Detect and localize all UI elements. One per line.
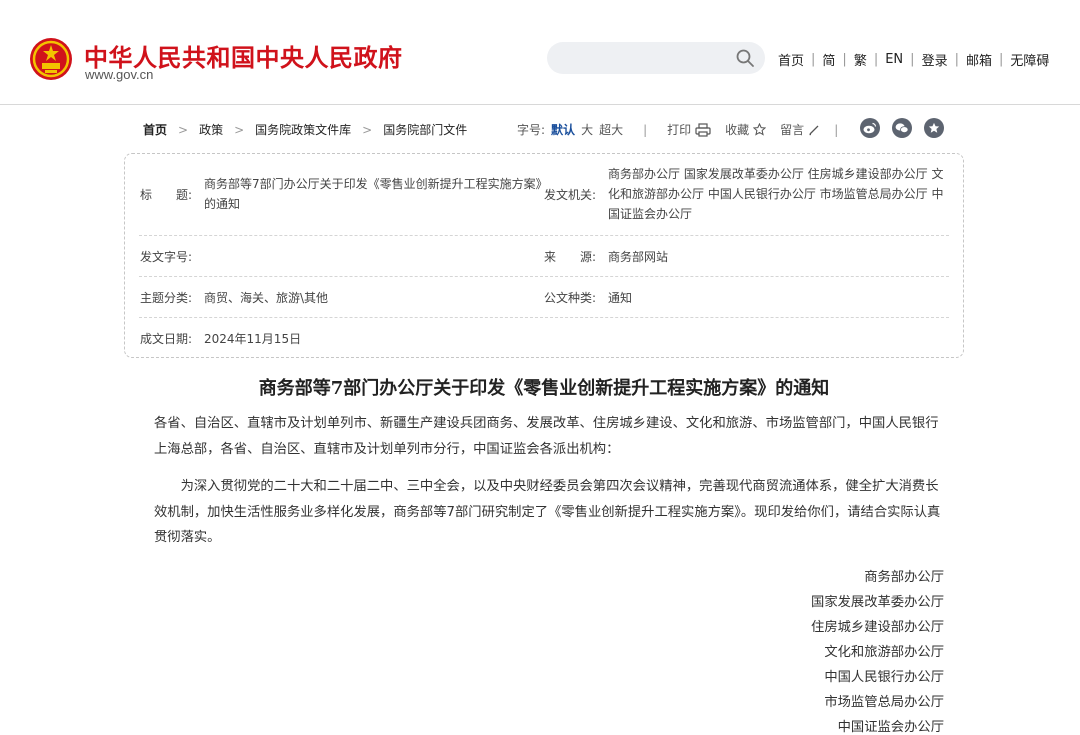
signature-ndrc: 国家发展改革委办公厅 bbox=[811, 595, 944, 610]
weibo-share-button[interactable] bbox=[860, 118, 880, 138]
signature-mohurd: 住房城乡建设部办公厅 bbox=[811, 620, 944, 635]
breadcrumb: 首页 > 政策 > 国务院政策文件库 > 国务院部门文件 bbox=[143, 121, 467, 138]
font-size-xlarge[interactable]: 超大 bbox=[599, 121, 623, 138]
topic-value: 商贸、海关、旅游\其他 bbox=[204, 291, 329, 305]
doc-number-label: 发文字号: bbox=[140, 250, 193, 264]
favorite-label: 收藏 bbox=[725, 123, 750, 137]
signature-csrc: 中国证监会办公厅 bbox=[837, 720, 944, 735]
font-size-label: 字号: bbox=[517, 123, 546, 137]
nav-simplified[interactable]: 简 bbox=[822, 50, 835, 69]
signature-pboc: 中国人民银行办公厅 bbox=[824, 670, 944, 685]
nav-traditional[interactable]: 繁 bbox=[854, 50, 867, 69]
site-header: 中华人民共和国中央人民政府 www.gov.cn 首页 | 简 | 繁 | EN… bbox=[0, 0, 1080, 105]
nav-divider: | bbox=[954, 52, 959, 67]
source-label: 来 源: bbox=[544, 250, 597, 264]
breadcrumb-department-docs[interactable]: 国务院部门文件 bbox=[383, 121, 467, 138]
print-button[interactable]: 打印 bbox=[667, 121, 711, 138]
chevron-right-icon: > bbox=[234, 122, 245, 137]
info-row-title: 标 题: 商务部等7部门办公厅关于印发《零售业创新提升工程实施方案》的通知 发文… bbox=[139, 154, 949, 236]
search-box bbox=[547, 42, 765, 74]
info-row-date: 成文日期: 2024年11月15日 bbox=[139, 317, 949, 357]
article-title: 商务部等7部门办公厅关于印发《零售业创新提升工程实施方案》的通知 bbox=[258, 378, 830, 399]
signature-samr: 市场监管总局办公厅 bbox=[824, 695, 944, 710]
signature-mct: 文化和旅游部办公厅 bbox=[824, 645, 944, 660]
nav-divider: | bbox=[811, 52, 816, 67]
pencil-icon bbox=[809, 125, 819, 135]
nav-divider: | bbox=[842, 52, 847, 67]
nav-divider: | bbox=[910, 52, 915, 67]
doc-type-value: 通知 bbox=[608, 291, 633, 305]
nav-divider: | bbox=[873, 52, 879, 67]
date-label: 成文日期: bbox=[140, 332, 193, 346]
toolbar-divider: | bbox=[643, 122, 648, 137]
font-size-large[interactable]: 大 bbox=[581, 121, 593, 138]
nav-accessibility[interactable]: 无障碍 bbox=[1010, 50, 1049, 69]
top-nav: 首页 | 简 | 繁 | EN | 登录 | 邮箱 | 无障碍 bbox=[778, 50, 1049, 69]
chevron-right-icon: > bbox=[362, 122, 373, 137]
breadcrumb-policy-library[interactable]: 国务院政策文件库 bbox=[255, 121, 351, 138]
toolbar-divider: | bbox=[834, 122, 839, 137]
printer-icon bbox=[695, 122, 711, 137]
font-size-default[interactable]: 默认 bbox=[551, 121, 575, 138]
date-value: 2024年11月15日 bbox=[204, 332, 302, 346]
source-value: 商务部网站 bbox=[608, 250, 669, 264]
nav-home[interactable]: 首页 bbox=[778, 50, 804, 69]
breadcrumb-home[interactable]: 首页 bbox=[143, 121, 167, 138]
qzone-share-button[interactable] bbox=[924, 118, 944, 138]
search-icon[interactable] bbox=[735, 48, 755, 68]
nav-mail[interactable]: 邮箱 bbox=[966, 50, 992, 69]
breadcrumb-policy[interactable]: 政策 bbox=[199, 121, 223, 138]
issuer-value: 商务部办公厅 国家发展改革委办公厅 住房城乡建设部办公厅 文化和旅游部办公厅 中… bbox=[608, 167, 944, 221]
title-value: 商务部等7部门办公厅关于印发《零售业创新提升工程实施方案》的通知 bbox=[204, 177, 542, 211]
comment-button[interactable]: 留言 bbox=[780, 121, 820, 138]
search-input[interactable] bbox=[561, 48, 725, 70]
star-icon bbox=[753, 123, 767, 136]
weibo-icon bbox=[863, 122, 877, 134]
nav-divider: | bbox=[998, 52, 1004, 67]
article-toolbar: 字号: 默认 大 超大 | 打印 收藏 留言 | bbox=[517, 121, 844, 138]
favorite-button[interactable]: 收藏 bbox=[725, 121, 767, 138]
site-url[interactable]: www.gov.cn bbox=[85, 67, 153, 82]
print-label: 打印 bbox=[667, 123, 692, 137]
topic-label: 主题分类: bbox=[140, 291, 193, 305]
national-emblem-icon[interactable] bbox=[29, 37, 73, 81]
article-body: 为深入贯彻党的二十大和二十届二中、三中全会，以及中央财经委员会第四次会议精神，完… bbox=[154, 479, 941, 545]
signature-mofcom: 商务部办公厅 bbox=[864, 570, 944, 585]
qzone-icon bbox=[928, 122, 940, 133]
issuer-label: 发文机关: bbox=[544, 188, 597, 202]
document-info-table: 标 题: 商务部等7部门办公厅关于印发《零售业创新提升工程实施方案》的通知 发文… bbox=[124, 153, 964, 358]
nav-login[interactable]: 登录 bbox=[922, 50, 948, 69]
article-salutation: 各省、自治区、直辖市及计划单列市、新疆生产建设兵团商务、发展改革、住房城乡建设、… bbox=[154, 416, 939, 457]
wechat-icon bbox=[895, 123, 909, 133]
wechat-share-button[interactable] bbox=[892, 118, 912, 138]
doc-type-label: 公文种类: bbox=[544, 291, 597, 305]
info-row-topic: 主题分类: 商贸、海关、旅游\其他 公文种类: 通知 bbox=[139, 276, 949, 318]
info-row-docno: 发文字号: 来 源: 商务部网站 bbox=[139, 235, 949, 277]
title-label: 标 题: bbox=[140, 188, 193, 202]
nav-english[interactable]: EN bbox=[885, 52, 903, 67]
chevron-right-icon: > bbox=[178, 122, 189, 137]
comment-label: 留言 bbox=[780, 123, 805, 137]
